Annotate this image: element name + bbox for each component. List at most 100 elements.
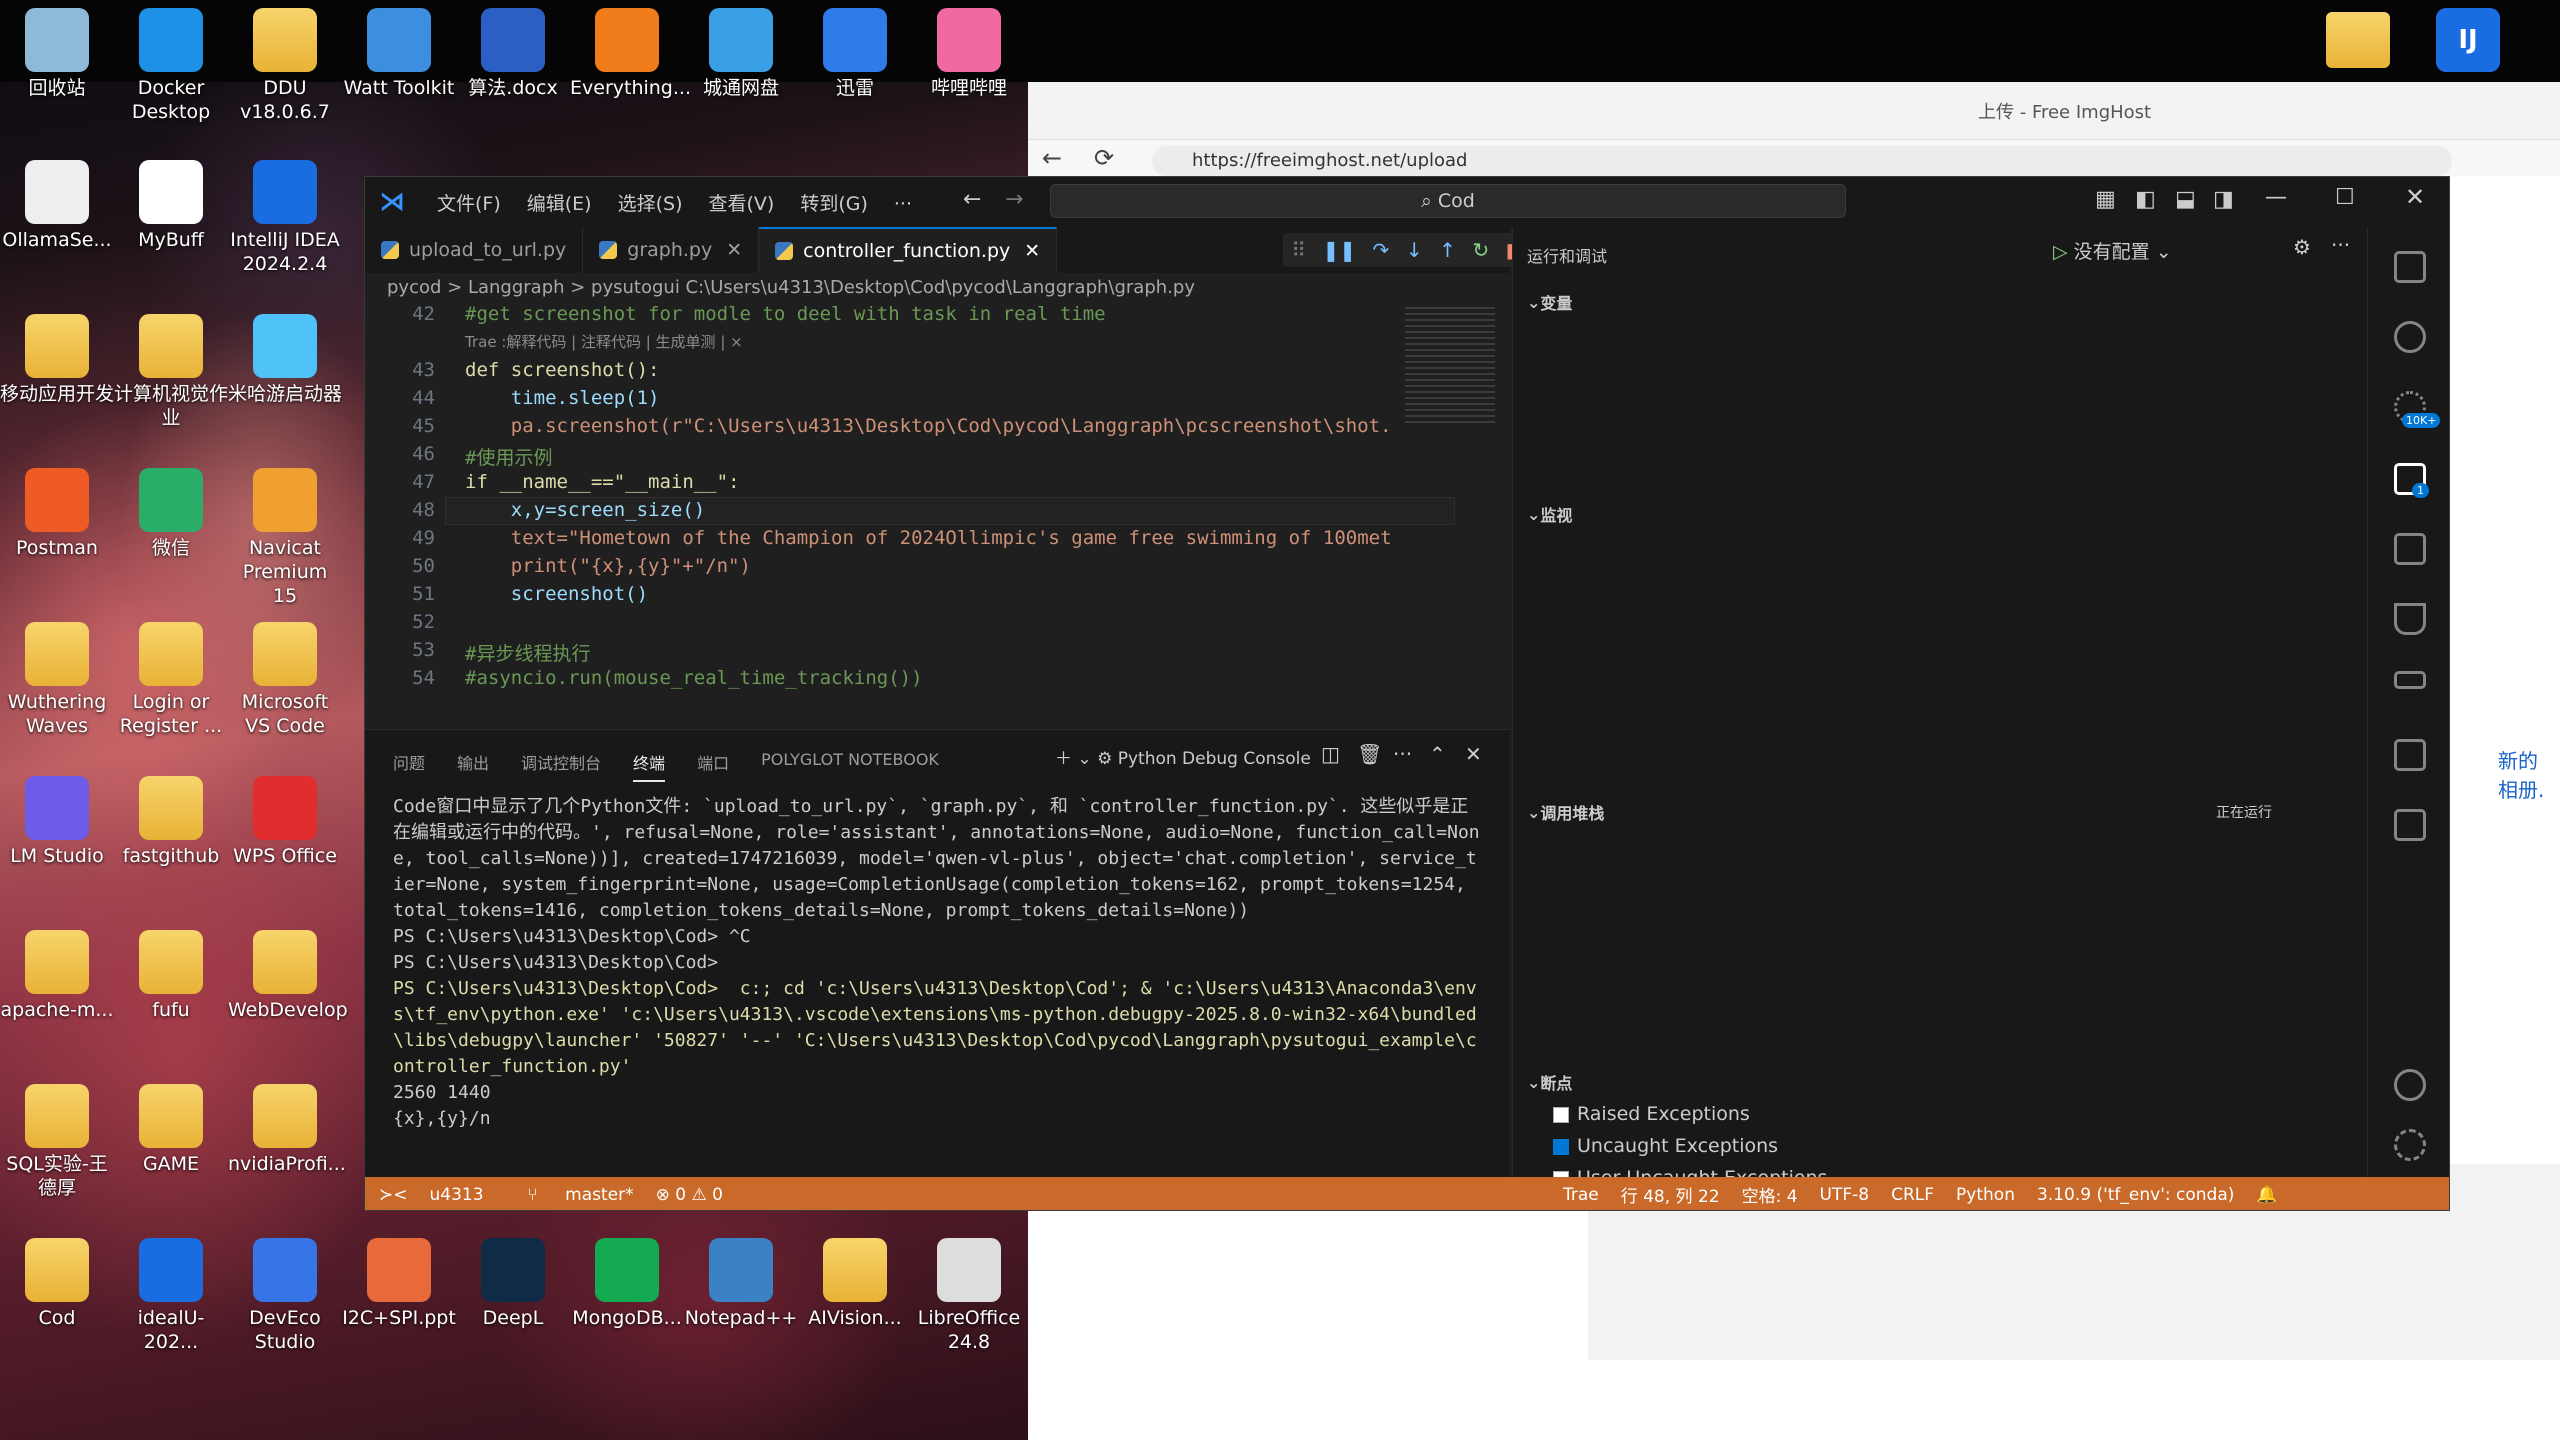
breakpoints-section[interactable]: ⌄ 断点 [1513,1067,2368,1097]
desktop-icon[interactable]: 迅雷 [798,8,912,100]
debug-more-icon[interactable]: ··· [2331,233,2350,257]
remote-explorer-icon[interactable] [2394,671,2426,689]
desktop-icon[interactable]: apache-m... [0,930,114,1022]
editor-tab[interactable]: controller_function.py ✕ [759,227,1058,273]
editor-tab[interactable]: graph.py ✕ [583,227,760,273]
desktop-icon[interactable]: WPS Office [228,776,342,868]
desktop-icon[interactable]: idealU-202... [114,1238,228,1354]
manage-gear-icon[interactable] [2394,1129,2426,1161]
desktop-icon[interactable]: nvidiaProfi... [228,1084,346,1176]
desktop-icon[interactable]: AIVision... [798,1238,912,1330]
toggle-panel-icon[interactable]: ⬓ [2175,187,2196,212]
desktop-icon[interactable]: DeepL [456,1238,570,1330]
plus-icon[interactable]: ＋ ⌄ [1055,749,1097,769]
desktop-icon[interactable]: Microsoft VS Code [228,622,342,738]
status-trae[interactable]: Trae [1563,1185,1599,1205]
menu-item[interactable]: ··· [894,193,912,215]
account-icon[interactable] [2394,1069,2426,1101]
intellij-idea-icon[interactable]: IJ [2436,8,2500,72]
desktop-icon[interactable]: LM Studio [0,776,114,868]
breadcrumb[interactable]: pycod > Langgraph > pysutogui C:\Users\u… [387,277,1195,298]
step-over-icon[interactable]: ↷ [1373,238,1390,262]
desktop-icon[interactable]: Wuthering Waves [0,622,114,738]
drag-handle-icon[interactable]: ⠿ [1291,238,1306,262]
layout-icon[interactable]: ▦ [2095,187,2116,212]
callstack-section[interactable]: ⌄ 调用堆栈 正在运行 [1513,797,2368,827]
desktop-icon[interactable]: 米哈游启动器 [228,314,342,406]
status-user[interactable]: u4313 [430,1185,484,1205]
desktop-icon[interactable]: Notepad++ [684,1238,798,1330]
desktop-icon[interactable]: MongoDB... [570,1238,684,1330]
status-spaces[interactable]: 空格: 4 [1742,1182,1798,1207]
desktop-icon[interactable]: I2C+SPI.ppt [342,1238,456,1330]
toggle-sidebar-icon[interactable]: ◧ [2135,187,2156,212]
settings-gear-icon[interactable]: ⚙ [2293,235,2311,259]
panel-tab[interactable]: POLYGLOT NOTEBOOK [761,750,939,782]
desktop-icon[interactable]: fufu [114,930,228,1022]
step-out-icon[interactable]: ↑ [1439,238,1456,262]
panel-tab[interactable]: 端口 [697,750,729,782]
checkbox[interactable] [1553,1106,1569,1123]
split-terminal-icon[interactable]: ◫ [1321,742,1340,766]
menu-item[interactable]: 查看(V) [709,193,775,215]
menu-item[interactable]: 文件(F) [437,193,501,215]
folder-icon[interactable] [2326,12,2390,68]
panel-tab[interactable]: 输出 [457,750,489,782]
desktop-icon[interactable]: LibreOffice 24.8 [912,1238,1026,1354]
desktop-icon[interactable]: 算法.docx [456,8,570,100]
trash-icon[interactable]: 🗑 [1357,742,1382,766]
desktop-icon[interactable]: DevEco Studio [228,1238,342,1354]
close-icon[interactable]: ✕ [2405,183,2425,211]
desktop-icon[interactable]: GAME [114,1084,228,1176]
desktop-icon[interactable]: Watt Toolkit [342,8,456,100]
refresh-icon[interactable]: ⟳ [1094,144,1114,172]
remote-icon[interactable]: ≻< [379,1185,408,1205]
checkbox[interactable] [1553,1138,1569,1155]
run-config-select[interactable]: ▷ 没有配置 ⌄ [2053,237,2172,264]
play-icon[interactable]: ▷ [2053,241,2074,263]
more-icon[interactable]: ··· [1393,742,1412,766]
explorer-icon[interactable] [2394,251,2426,283]
status-problems[interactable]: ⊗ 0 ⚠ 0 [656,1185,723,1205]
desktop-icon[interactable]: 哔哩哔哩 [912,8,1026,100]
step-into-icon[interactable]: ↓ [1406,238,1423,262]
url-input[interactable]: https://freeimghost.net/upload [1152,146,2452,176]
desktop-icon[interactable]: Postman [0,468,114,560]
desktop-icon[interactable]: DDU v18.0.6.7 [228,8,342,124]
desktop-icon[interactable]: Navicat Premium 15 [228,468,342,608]
desktop-icon[interactable]: 微信 [114,468,228,560]
desktop-icon[interactable]: 城通网盘 [684,8,798,100]
breakpoint-item[interactable]: Uncaught Exceptions [1553,1135,1778,1157]
minimap[interactable] [1405,307,1495,427]
status-branch[interactable]: ⑂ master* [506,1185,634,1205]
bell-icon[interactable]: 🔔 [2256,1185,2277,1205]
terminal-output[interactable]: Code窗口中显示了几个Python文件: `upload_to_url.py`… [393,794,1483,1132]
terminal-selector[interactable]: ＋ ⌄ ⚙ Python Debug Console [1055,744,1311,769]
search-icon[interactable] [2394,321,2426,353]
tab-close-icon[interactable]: ✕ [1024,240,1040,262]
pause-icon[interactable]: ❚❚ [1322,238,1356,262]
desktop-icon[interactable]: Everything... [570,8,691,100]
desktop-icon[interactable]: OllamaSe... [0,160,114,252]
panel-tab[interactable]: 终端 [633,750,666,782]
status-language[interactable]: Python [1956,1185,2015,1205]
nav-forward-icon[interactable]: → [1005,187,1023,212]
status-interpreter[interactable]: 3.10.9 ('tf_env': conda) [2037,1185,2234,1205]
desktop-icon[interactable]: Docker Desktop [114,8,228,124]
desktop-icon[interactable]: Cod [0,1238,114,1330]
editor-tab[interactable]: upload_to_url.py [365,227,584,273]
docker-ext-icon[interactable] [2394,809,2426,841]
desktop-icon[interactable]: 移动应用开发 [0,314,114,406]
desktop-icon[interactable]: IntelliJ IDEA 2024.2.4 [228,160,342,276]
desktop-icon[interactable]: 回收站 [0,8,114,100]
maximize-icon[interactable]: ☐ [2335,185,2355,210]
restart-icon[interactable]: ↻ [1472,238,1489,262]
nav-back-icon[interactable]: ← [963,187,981,212]
status-position[interactable]: 行 48, 列 22 [1621,1182,1720,1207]
testing-flask-icon[interactable] [2394,603,2426,635]
watch-section[interactable]: ⌄ 监视 [1513,499,2368,529]
toggle-secondary-sidebar-icon[interactable]: ◨ [2213,187,2234,212]
tab-close-icon[interactable]: ✕ [726,239,742,261]
desktop-icon[interactable]: 计算机视觉作业 [114,314,228,430]
panel-tab[interactable]: 问题 [393,750,425,782]
